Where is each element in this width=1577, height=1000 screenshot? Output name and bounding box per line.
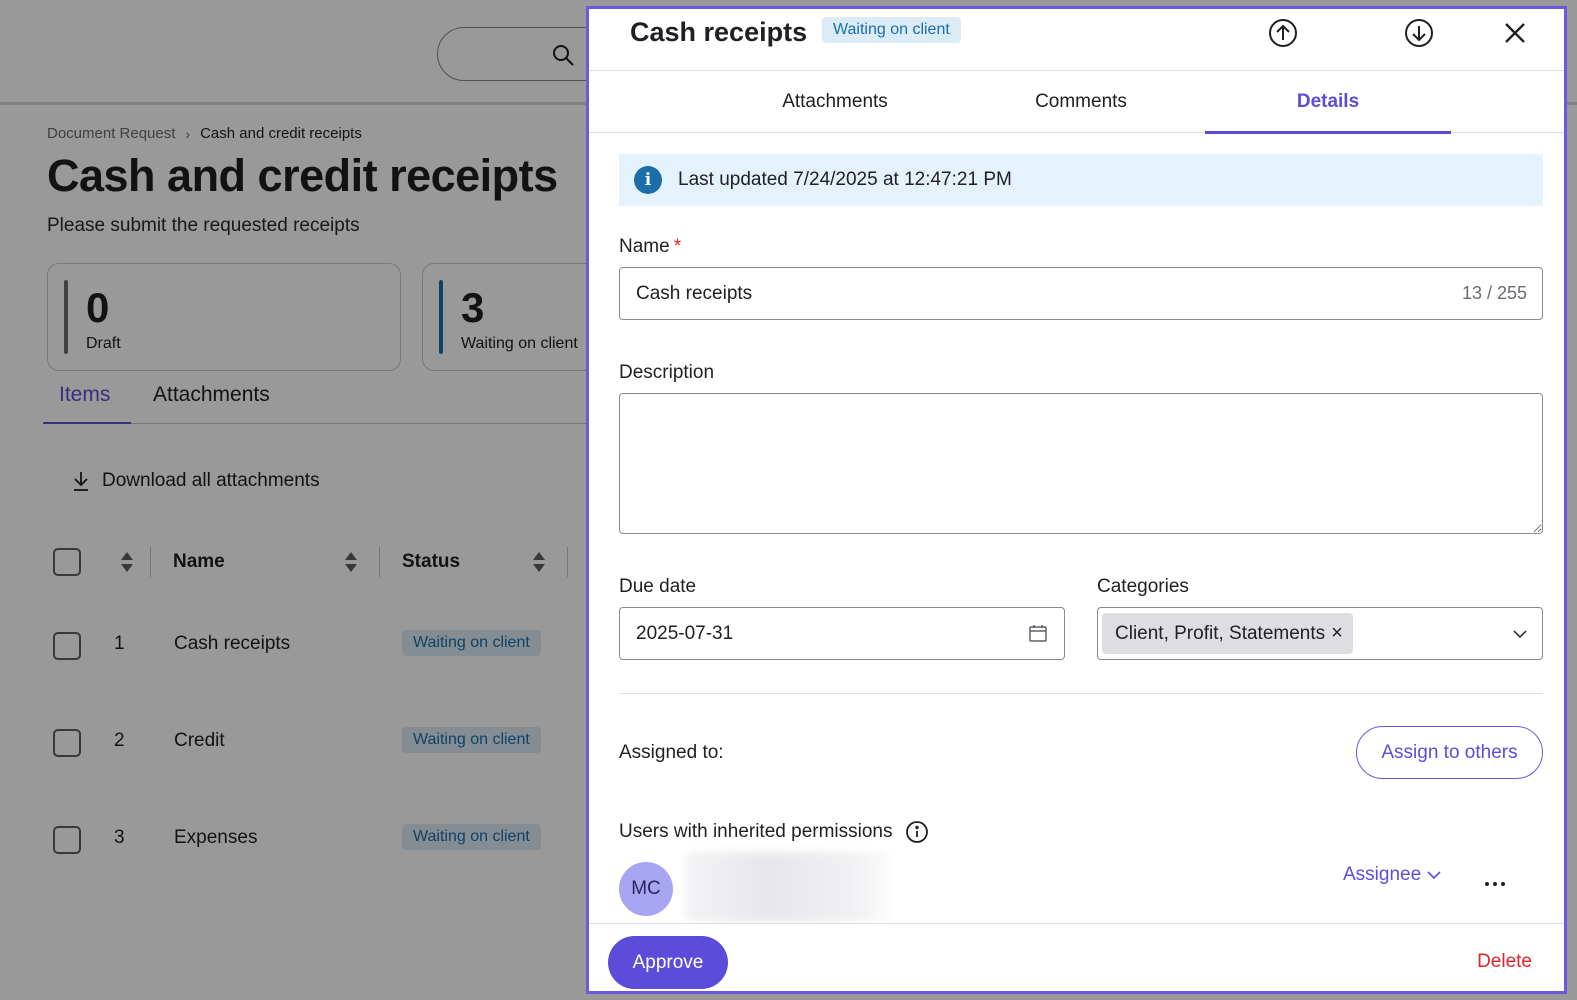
close-icon: [1505, 23, 1525, 43]
calendar-icon[interactable]: [1028, 623, 1048, 643]
arrow-up-circle-icon: [1269, 19, 1297, 47]
next-item-button[interactable]: [1403, 17, 1435, 49]
due-date-field[interactable]: 2025-07-31: [619, 607, 1065, 660]
tab-attachments[interactable]: Attachments: [712, 71, 958, 133]
last-updated-text: Last updated 7/24/2025 at 12:47:21 PM: [678, 169, 1012, 190]
chevron-down-icon[interactable]: [1512, 626, 1528, 642]
description-label: Description: [619, 362, 715, 383]
chevron-down-icon: [1427, 871, 1441, 880]
more-options-icon[interactable]: [1482, 877, 1508, 891]
panel-header: Cash receipts Waiting on client: [589, 9, 1564, 71]
blurred-user-name: [685, 852, 890, 922]
tab-comments[interactable]: Comments: [958, 71, 1204, 133]
avatar: MC: [619, 862, 673, 916]
due-date-label: Due date: [619, 576, 697, 597]
delete-button[interactable]: Delete: [1477, 951, 1532, 973]
details-panel: Cash receipts Waiting on client Attachme…: [586, 6, 1567, 994]
assigned-to-label: Assigned to:: [619, 742, 724, 763]
category-chip-label: Client, Profit, Statements: [1115, 622, 1326, 644]
approve-button[interactable]: Approve: [608, 936, 728, 989]
arrow-down-circle-icon: [1405, 19, 1433, 47]
inherited-permissions-label: Users with inherited permissions: [619, 820, 929, 844]
categories-select[interactable]: Client, Profit, Statements ×: [1097, 607, 1543, 660]
name-label: Name *: [619, 236, 681, 258]
panel-footer: Approve Delete: [589, 923, 1564, 991]
required-marker: *: [673, 236, 682, 257]
chip-remove-icon[interactable]: ×: [1331, 622, 1343, 645]
name-field[interactable]: Cash receipts 13 / 255: [619, 267, 1543, 320]
categories-label: Categories: [1097, 576, 1189, 597]
panel-tabs: Attachments Comments Details: [589, 71, 1564, 134]
name-label-text: Name: [619, 236, 670, 257]
name-field-value: Cash receipts: [636, 282, 753, 304]
inherited-permissions-text: Users with inherited permissions: [619, 821, 893, 842]
status-badge: Waiting on client: [822, 17, 961, 43]
assign-to-others-button[interactable]: Assign to others: [1356, 726, 1543, 779]
previous-item-button[interactable]: [1267, 17, 1299, 49]
role-label: Assignee: [1343, 864, 1422, 885]
last-updated-banner: i Last updated 7/24/2025 at 12:47:21 PM: [619, 154, 1543, 206]
section-divider: [619, 693, 1543, 694]
info-circle-icon[interactable]: [905, 820, 929, 844]
character-count: 13 / 255: [1461, 283, 1527, 303]
close-button[interactable]: [1499, 17, 1531, 49]
tab-details[interactable]: Details: [1205, 71, 1451, 134]
info-icon: i: [634, 166, 662, 194]
due-date-value: 2025-07-31: [636, 622, 734, 644]
panel-title: Cash receipts: [630, 17, 808, 47]
category-chip: Client, Profit, Statements ×: [1102, 613, 1353, 654]
description-field[interactable]: [619, 393, 1543, 534]
role-dropdown[interactable]: Assignee: [1343, 864, 1441, 886]
